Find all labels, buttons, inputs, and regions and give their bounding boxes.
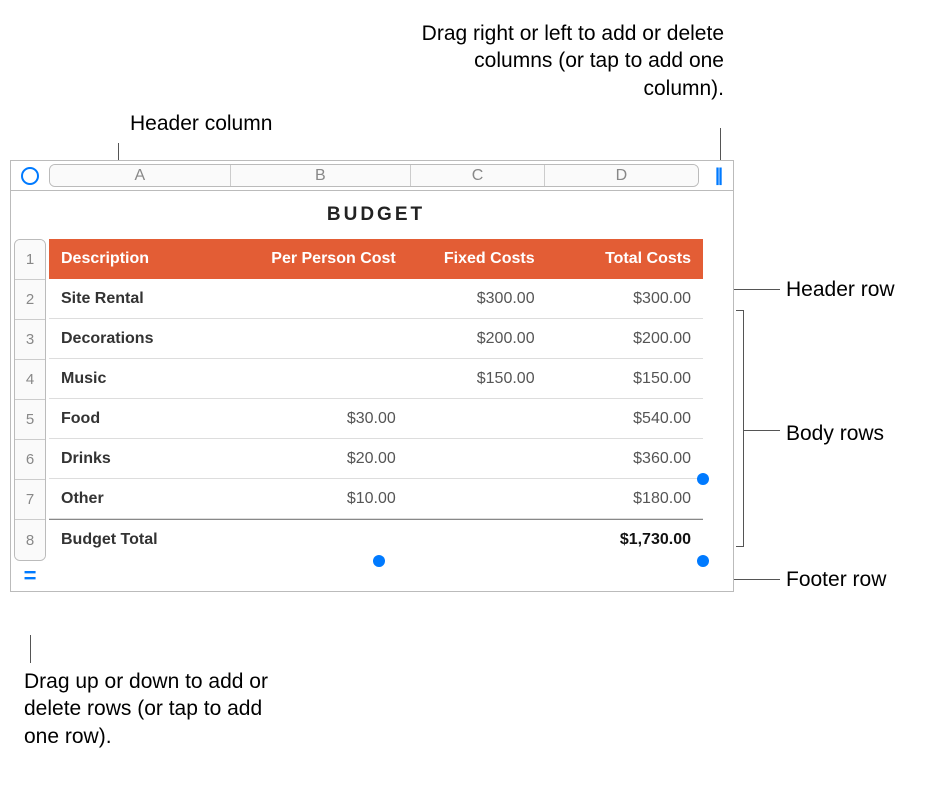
cell-description[interactable]: Food (49, 410, 228, 428)
footer-cell-description[interactable]: Budget Total (49, 531, 228, 549)
bottom-bar: = (11, 561, 733, 591)
table-row[interactable]: Site Rental $300.00 $300.00 (49, 279, 703, 319)
cell-total[interactable]: $360.00 (547, 450, 703, 468)
cell-description[interactable]: Decorations (49, 330, 228, 348)
cell-description[interactable]: Site Rental (49, 290, 228, 308)
column-header-a[interactable]: A (50, 165, 231, 186)
cell-total[interactable]: $540.00 (547, 410, 703, 428)
annotation-footer-row: Footer row (786, 566, 886, 593)
add-column-handle[interactable]: || (703, 161, 733, 190)
cell-fixed[interactable]: $150.00 (408, 370, 547, 388)
cell-total[interactable]: $180.00 (547, 490, 703, 508)
row-header-1[interactable]: 1 (15, 240, 45, 280)
table-row[interactable]: Decorations $200.00 $200.00 (49, 319, 703, 359)
cell-fixed[interactable]: $200.00 (408, 330, 547, 348)
column-header-b[interactable]: B (231, 165, 412, 186)
row-header-3[interactable]: 3 (15, 320, 45, 360)
annotation-body-rows: Body rows (786, 420, 884, 447)
table-row[interactable]: Drinks $20.00 $360.00 (49, 439, 703, 479)
header-cell-fixed[interactable]: Fixed Costs (408, 250, 547, 268)
table-row[interactable]: Other $10.00 $180.00 (49, 479, 703, 519)
cell-total[interactable]: $200.00 (547, 330, 703, 348)
table-row[interactable]: Music $150.00 $150.00 (49, 359, 703, 399)
selection-handle-dot[interactable] (697, 555, 709, 567)
cell-total[interactable]: $150.00 (547, 370, 703, 388)
bracket-body-rows (736, 310, 744, 547)
callout-line (744, 430, 780, 431)
spreadsheet-table: A B C D || 1 2 3 4 5 6 7 8 B (10, 160, 734, 592)
cell-total[interactable]: $300.00 (547, 290, 703, 308)
table-title[interactable]: BUDGET (49, 191, 703, 239)
selection-handle-dot[interactable] (697, 473, 709, 485)
row-header-2[interactable]: 2 (15, 280, 45, 320)
table-body: 1 2 3 4 5 6 7 8 BUDGET Description Per P… (11, 191, 733, 561)
table-footer-row[interactable]: Budget Total $1,730.00 (49, 519, 703, 559)
add-row-handle[interactable]: = (11, 561, 49, 591)
cell-description[interactable]: Drinks (49, 450, 228, 468)
cell-per-person[interactable]: $30.00 (228, 410, 407, 428)
selection-handle-dot[interactable] (373, 555, 385, 567)
callout-line (30, 635, 31, 663)
row-header-7[interactable]: 7 (15, 480, 45, 520)
row-header-spacer (11, 191, 49, 239)
row-header-5[interactable]: 5 (15, 400, 45, 440)
cell-fixed[interactable]: $300.00 (408, 290, 547, 308)
cell-description[interactable]: Music (49, 370, 228, 388)
header-cell-per-person[interactable]: Per Person Cost (228, 250, 407, 268)
column-header-d[interactable]: D (545, 165, 698, 186)
table-header-row[interactable]: Description Per Person Cost Fixed Costs … (49, 239, 703, 279)
row-headers-column: 1 2 3 4 5 6 7 8 (11, 191, 49, 561)
column-header-c[interactable]: C (411, 165, 545, 186)
column-header-bar: A B C D || (11, 161, 733, 191)
row-handle-icon: = (24, 563, 37, 589)
table-grid: BUDGET Description Per Person Cost Fixed… (49, 191, 733, 561)
cell-per-person[interactable]: $10.00 (228, 490, 407, 508)
header-cell-total[interactable]: Total Costs (547, 250, 703, 268)
footer-cell-total[interactable]: $1,730.00 (547, 531, 703, 549)
column-handle-icon: || (715, 165, 721, 186)
cell-description[interactable]: Other (49, 490, 228, 508)
annotation-header-row: Header row (786, 276, 895, 303)
row-header-8[interactable]: 8 (15, 520, 45, 560)
callout-line (720, 128, 721, 161)
circle-icon (21, 167, 39, 185)
table-row[interactable]: Food $30.00 $540.00 (49, 399, 703, 439)
row-headers: 1 2 3 4 5 6 7 8 (14, 239, 46, 561)
annotation-col-handle: Drag right or left to add or delete colu… (404, 20, 724, 102)
header-cell-description[interactable]: Description (49, 250, 228, 268)
annotation-row-handle: Drag up or down to add or delete rows (o… (24, 668, 284, 750)
annotation-header-column: Header column (130, 110, 272, 137)
column-headers: A B C D (49, 164, 699, 187)
cell-per-person[interactable]: $20.00 (228, 450, 407, 468)
select-all-handle[interactable] (11, 161, 49, 190)
row-header-6[interactable]: 6 (15, 440, 45, 480)
row-header-4[interactable]: 4 (15, 360, 45, 400)
